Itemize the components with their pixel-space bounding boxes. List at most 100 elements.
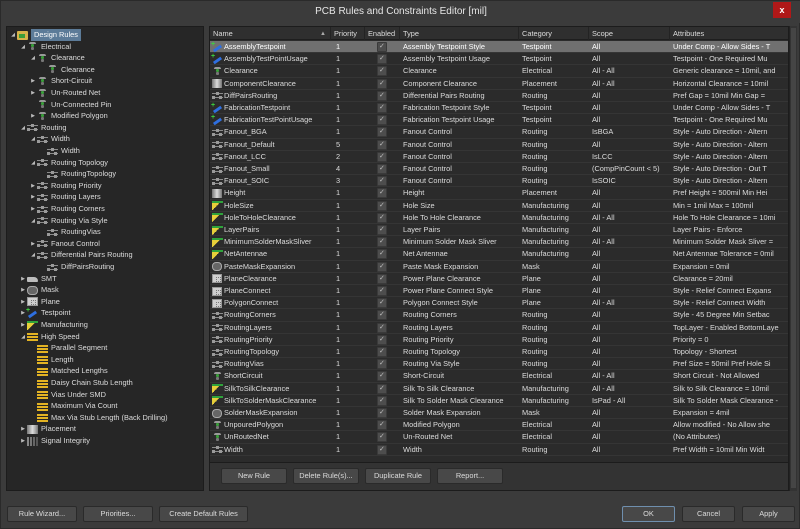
report-button[interactable]: Report... <box>437 468 503 484</box>
table-row[interactable]: Clearance 1 Clearance Electrical All - All Ge… <box>210 65 788 78</box>
table-row[interactable]: RoutingPriority 1 Routing Priority Routing A… <box>210 334 788 346</box>
enabled-checkbox[interactable] <box>377 78 387 90</box>
table-row[interactable]: PasteMaskExpansion 1 Paste Mask Expansion M… <box>210 261 788 273</box>
tree-item[interactable]: ◢ Differential Pairs Routing <box>29 249 133 261</box>
enabled-checkbox[interactable] <box>377 126 387 138</box>
table-row[interactable]: ShortCircuit 1 Short-Circuit Electrical All … <box>210 370 788 383</box>
collapsed-arrow-icon[interactable]: ▶ <box>29 203 37 215</box>
tree-item[interactable]: Un-Connected Pin <box>29 99 111 111</box>
column-header-name[interactable]: Name ▲ <box>210 27 331 40</box>
enabled-checkbox[interactable] <box>377 114 387 126</box>
enabled-checkbox[interactable] <box>377 346 387 358</box>
enabled-checkbox[interactable] <box>377 175 387 187</box>
enabled-checkbox[interactable] <box>377 200 387 212</box>
new-rule-button[interactable]: New Rule <box>221 468 287 484</box>
collapsed-arrow-icon[interactable]: ▶ <box>19 273 27 285</box>
collapsed-arrow-icon[interactable]: ▶ <box>29 110 37 122</box>
table-row[interactable]: SilkToSolderMaskClearance 1 Silk To Solder… <box>210 395 788 407</box>
collapsed-arrow-icon[interactable]: ▶ <box>29 180 37 192</box>
table-row[interactable]: MinimumSolderMaskSliver 1 Minimum Solder M… <box>210 236 788 249</box>
tree-item[interactable]: ◢ Width <box>29 133 70 145</box>
table-row[interactable]: Fanout_SOIC 3 Fanout Control Routing IsSOIC S… <box>210 175 788 188</box>
scrollbar-thumb[interactable] <box>791 28 796 488</box>
enabled-checkbox[interactable] <box>377 236 387 248</box>
column-header-priority[interactable]: Priority <box>331 27 365 40</box>
table-row[interactable]: LayerPairs 1 Layer Pairs Manufacturing All La… <box>210 224 788 237</box>
tree-item[interactable]: Length <box>29 354 74 366</box>
enabled-checkbox[interactable] <box>377 419 387 431</box>
expanded-arrow-icon[interactable]: ◢ <box>19 331 27 343</box>
enabled-checkbox[interactable] <box>377 163 387 175</box>
expanded-arrow-icon[interactable]: ◢ <box>19 122 27 134</box>
tree-item[interactable]: ◢ Routing <box>19 122 66 134</box>
tree-item[interactable]: ▶ Routing Priority <box>29 180 101 192</box>
tree-item[interactable]: ▶ Manufacturing <box>19 319 88 331</box>
table-row[interactable]: Fanout_BGA 1 Fanout Control Routing IsBGA Sty… <box>210 126 788 139</box>
expanded-arrow-icon[interactable]: ◢ <box>19 41 27 53</box>
enabled-checkbox[interactable] <box>377 248 387 260</box>
enabled-checkbox[interactable] <box>377 334 387 346</box>
column-header-category[interactable]: Category <box>519 27 589 40</box>
expanded-arrow-icon[interactable]: ◢ <box>29 157 37 169</box>
table-row[interactable]: Height 1 Height Placement All Pref Height = 5… <box>210 187 788 200</box>
table-row[interactable]: SilkToSilkClearance 1 Silk To Silk Clearan… <box>210 383 788 395</box>
table-row[interactable]: RoutingCorners 1 Routing Corners Routing All… <box>210 309 788 322</box>
enabled-checkbox[interactable] <box>377 285 387 297</box>
enabled-checkbox[interactable] <box>377 395 387 407</box>
table-row[interactable]: Fanout_Default 5 Fanout Control Routing All S… <box>210 139 788 151</box>
tree-item[interactable]: Parallel Segment <box>29 342 107 354</box>
tree-item[interactable]: ▶ Signal Integrity <box>19 435 90 447</box>
collapsed-arrow-icon[interactable]: ▶ <box>19 319 27 331</box>
table-row[interactable]: AssemblyTestPointUsage 1 Assembly Testpoin… <box>210 53 788 66</box>
tree-item[interactable]: ▶ Mask <box>19 284 59 296</box>
collapsed-arrow-icon[interactable]: ▶ <box>19 423 27 435</box>
expanded-arrow-icon[interactable]: ◢ <box>29 133 37 145</box>
table-row[interactable]: Fanout_LCC 2 Fanout Control Routing IsLCC Sty… <box>210 151 788 163</box>
table-row[interactable]: FabricationTestpoint 1 Fabrication Testpoi… <box>210 102 788 115</box>
enabled-checkbox[interactable] <box>377 139 387 151</box>
tree-item[interactable]: Maximum Via Count <box>29 400 117 412</box>
tree-item[interactable]: Clearance <box>39 64 95 76</box>
expanded-arrow-icon[interactable]: ◢ <box>29 52 37 64</box>
collapsed-arrow-icon[interactable]: ▶ <box>29 191 37 203</box>
table-row[interactable]: PlaneConnect 1 Power Plane Connect Style Pl… <box>210 285 788 298</box>
ok-button[interactable]: OK <box>622 506 675 522</box>
enabled-checkbox[interactable] <box>377 370 387 382</box>
enabled-checkbox[interactable] <box>377 65 387 77</box>
rule-wizard-button[interactable]: Rule Wizard... <box>7 506 77 522</box>
table-row[interactable]: UnpouredPolygon 1 Modified Polygon Electric… <box>210 419 788 432</box>
table-row[interactable]: RoutingVias 1 Routing Via Style Routing All P… <box>210 358 788 371</box>
enabled-checkbox[interactable] <box>377 358 387 370</box>
table-row[interactable]: PlaneClearance 1 Power Plane Clearance Plan… <box>210 273 788 285</box>
table-row[interactable]: HoleToHoleClearance 1 Hole To Hole Clearan… <box>210 212 788 224</box>
tree-item[interactable]: ▶ SMT <box>19 273 57 285</box>
tree-item[interactable]: RoutingVias <box>39 226 101 238</box>
table-row[interactable]: RoutingLayers 1 Routing Layers Routing All To… <box>210 322 788 334</box>
duplicate-rule-button[interactable]: Duplicate Rule <box>365 468 431 484</box>
vertical-scrollbar[interactable] <box>789 26 797 491</box>
tree-item[interactable]: ◢ Design Rules <box>9 29 81 41</box>
enabled-checkbox[interactable] <box>377 309 387 321</box>
enabled-checkbox[interactable] <box>377 151 387 163</box>
expanded-arrow-icon[interactable]: ◢ <box>29 249 37 261</box>
collapsed-arrow-icon[interactable]: ▶ <box>19 284 27 296</box>
enabled-checkbox[interactable] <box>377 41 387 53</box>
tree-item[interactable]: ▶ Routing Layers <box>29 191 101 203</box>
collapsed-arrow-icon[interactable]: ▶ <box>29 238 37 250</box>
tree-item[interactable]: Daisy Chain Stub Length <box>29 377 133 389</box>
column-header-enabled[interactable]: Enabled <box>365 27 400 40</box>
tree-item[interactable]: Width <box>39 145 80 157</box>
tree-item[interactable]: ▶ Fanout Control <box>29 238 100 250</box>
table-row[interactable]: SolderMaskExpansion 1 Solder Mask Expansio… <box>210 407 788 420</box>
tree-item[interactable]: DiffPairsRouting <box>39 261 114 273</box>
priorities-button[interactable]: Priorities... <box>83 506 153 522</box>
table-row[interactable]: PolygonConnect 1 Polygon Connect Style Plan… <box>210 297 788 310</box>
table-row[interactable]: NetAntennae 1 Net Antennae Manufacturing All… <box>210 248 788 261</box>
tree-item[interactable]: ▶ Modified Polygon <box>29 110 108 122</box>
table-row[interactable]: HoleSize 1 Hole Size Manufacturing All Min = … <box>210 200 788 212</box>
column-header-attributes[interactable]: Attributes <box>670 27 788 40</box>
column-header-type[interactable]: Type <box>400 27 519 40</box>
enabled-checkbox[interactable] <box>377 90 387 102</box>
tree-item[interactable]: ▶Testpoint <box>19 305 71 319</box>
table-row[interactable]: Width 1 Width Routing All Pref Width = 10mil … <box>210 444 788 456</box>
